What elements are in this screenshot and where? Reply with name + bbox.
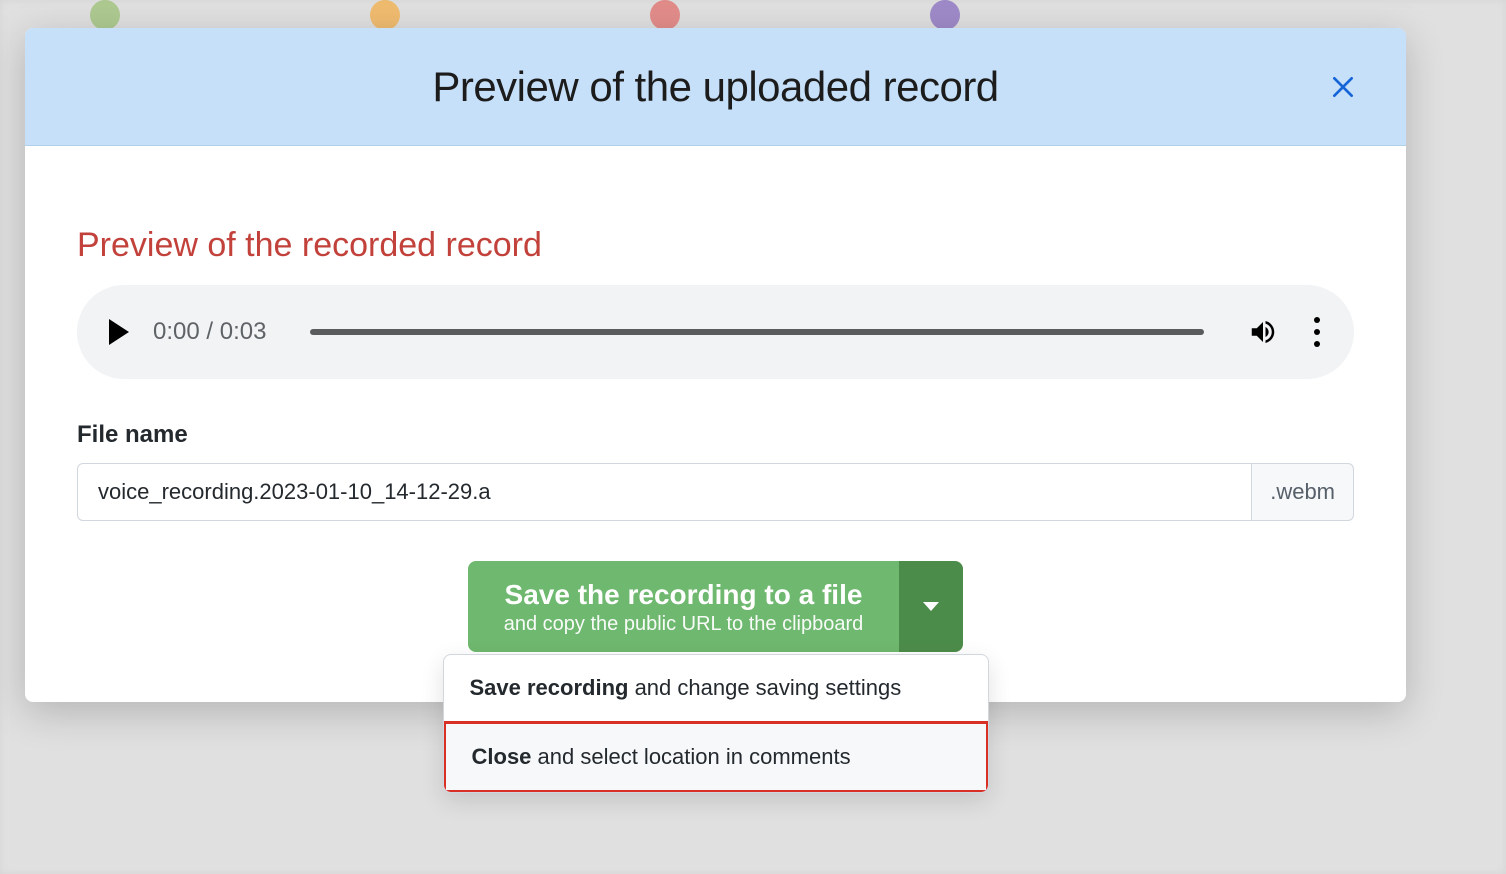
file-extension-label: .webm xyxy=(1252,463,1354,521)
file-input-group: .webm xyxy=(77,463,1354,521)
modal-body: Preview of the recorded record 0:00 / 0:… xyxy=(25,146,1406,702)
audio-time-display: 0:00 / 0:03 xyxy=(153,318,266,346)
close-icon[interactable] xyxy=(1330,74,1356,100)
save-button[interactable]: Save the recording to a file and copy th… xyxy=(468,561,899,652)
audio-player: 0:00 / 0:03 xyxy=(77,285,1354,379)
save-dropdown-toggle[interactable] xyxy=(899,561,963,652)
modal-header: Preview of the uploaded record xyxy=(25,28,1406,146)
modal-title: Preview of the uploaded record xyxy=(432,63,998,111)
preview-modal: Preview of the uploaded record Preview o… xyxy=(25,28,1406,702)
dropdown-item-save-settings[interactable]: Save recording and change saving setting… xyxy=(444,655,988,722)
save-split-button: Save the recording to a file and copy th… xyxy=(468,561,963,652)
more-options-icon[interactable] xyxy=(1314,317,1322,347)
file-name-input[interactable] xyxy=(77,463,1252,521)
save-button-main-label: Save the recording to a file xyxy=(504,577,863,613)
dropdown-item-close-select[interactable]: Close and select location in comments xyxy=(443,721,989,793)
file-name-label: File name xyxy=(77,421,1354,449)
audio-progress-track[interactable] xyxy=(310,329,1204,335)
play-icon[interactable] xyxy=(109,319,129,345)
save-button-sub-label: and copy the public URL to the clipboard xyxy=(504,613,863,636)
volume-icon[interactable] xyxy=(1248,317,1278,347)
save-dropdown-menu: Save recording and change saving setting… xyxy=(443,654,989,793)
caret-down-icon xyxy=(923,602,939,611)
section-title: Preview of the recorded record xyxy=(77,226,1354,265)
